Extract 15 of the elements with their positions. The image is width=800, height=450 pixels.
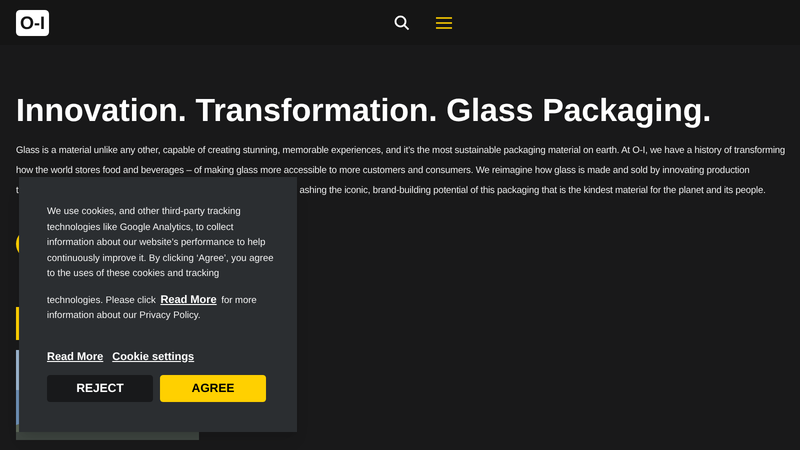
reject-button[interactable]: REJECT xyxy=(47,375,153,402)
intro-text: Glass is a material unlike any other, capable of creating stunning, memorable experiences, and it’s the most sustainable packaging material on earth. At O-I, we have a history of transforming xyxy=(16,144,786,158)
read-more-link[interactable]: Read More xyxy=(160,294,217,306)
menu-icon[interactable] xyxy=(436,16,452,30)
cookie-text: We use cookies, and other third-party tracking technologies like Google Analytics, to collect information about our website’s performance to help continuously improve it. By clicking ‘Agree’, you agree to the uses of these cookies and tracking xyxy=(47,205,275,281)
intro-text: t xyxy=(16,184,18,198)
cookie-link[interactable]: Cookie settings xyxy=(112,350,194,365)
logo[interactable]: O-I xyxy=(16,10,49,36)
page-heading: Innovation. Transformation. Glass Packaging. xyxy=(16,91,712,130)
intro-text: how the world stores food and beverages – of making glass more accessible to more customers and consumers. We reimagine how glass is made and sold by innovating production xyxy=(16,164,750,178)
cookie-text: technologies. Please click Read More for more information about our Privacy Policy. xyxy=(47,292,258,323)
intro-text: ashing the iconic, brand-building potential of this packaging that is the kindest material for the planet and its people. xyxy=(300,184,766,198)
cookie-link[interactable]: Read More xyxy=(47,350,104,365)
agree-button[interactable]: AGREE xyxy=(160,375,266,402)
search-icon[interactable] xyxy=(394,14,410,30)
